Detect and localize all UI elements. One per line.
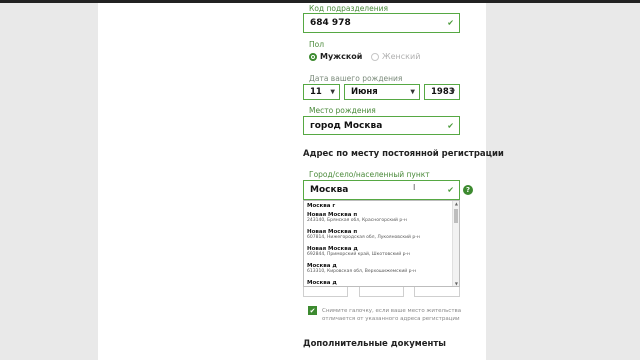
- city-label: Город/село/населенный пункт: [309, 170, 430, 179]
- gender-male-label[interactable]: Мужской: [320, 52, 362, 61]
- birth-date-label: Дата вашего рождения: [309, 74, 403, 83]
- birth-place-value: город Москва: [310, 120, 383, 131]
- chevron-down-icon: ▼: [410, 88, 415, 96]
- street-input[interactable]: [303, 287, 348, 297]
- dropdown-scrollbar[interactable]: ▲ ▼: [452, 201, 459, 286]
- gender-male-radio[interactable]: [309, 53, 317, 61]
- scroll-up-icon[interactable]: ▲: [455, 201, 458, 206]
- division-code-input[interactable]: 684 978 ✔: [303, 13, 460, 33]
- additional-docs-title: Дополнительные документы: [303, 339, 446, 349]
- check-icon: ✔: [447, 185, 454, 195]
- birth-day-value: 11: [310, 87, 322, 97]
- birth-place-label: Место рождения: [309, 106, 376, 115]
- suggestion-item[interactable]: Москва д: [307, 280, 452, 286]
- suggestion-item[interactable]: Новая Москва п 243140, Брянская обл, Кра…: [307, 212, 452, 223]
- division-code-label: Код подразделения: [309, 4, 389, 13]
- gender-label: Пол: [309, 40, 325, 49]
- division-code-value: 684 978: [310, 18, 351, 28]
- gender-female-label[interactable]: Женский: [382, 52, 420, 61]
- house-input[interactable]: [359, 287, 404, 297]
- chevron-down-icon: ▼: [330, 88, 335, 96]
- text-cursor-icon: I: [413, 183, 416, 192]
- chevron-down-icon: ▼: [450, 88, 455, 96]
- city-value: Москва: [310, 185, 349, 195]
- birth-year-select[interactable]: 1983 ▼: [424, 84, 460, 100]
- same-residence-text: Снимите галочку, если ваше место жительс…: [322, 308, 462, 322]
- registration-section-title: Адрес по месту постоянной регистрации: [303, 149, 504, 159]
- city-input[interactable]: Москва ✔: [303, 180, 460, 200]
- scrollbar-thumb[interactable]: [454, 209, 458, 223]
- same-residence-checkbox[interactable]: ✔: [308, 306, 317, 315]
- city-suggestions-dropdown[interactable]: Москва г Новая Москва п 243140, Брянская…: [303, 200, 460, 287]
- suggestion-item[interactable]: Москва г: [307, 203, 452, 209]
- scroll-down-icon[interactable]: ▼: [455, 281, 458, 286]
- birth-month-value: Июня: [351, 87, 378, 97]
- suggestion-item[interactable]: Москва д 613310, Кировская обл, Верхошиж…: [307, 263, 452, 274]
- suggestion-item[interactable]: Новая Москва п 607814, Нижегородская обл…: [307, 229, 452, 240]
- birth-month-select[interactable]: Июня ▼: [344, 84, 420, 100]
- apartment-input[interactable]: [414, 287, 460, 297]
- birth-place-input[interactable]: город Москва ✔: [303, 116, 460, 135]
- check-icon: ✔: [447, 18, 454, 28]
- help-icon[interactable]: ?: [463, 185, 473, 195]
- check-icon: ✔: [447, 121, 454, 130]
- gender-female-radio[interactable]: [371, 53, 379, 61]
- suggestion-item[interactable]: Новая Москва д 692844, Приморский край, …: [307, 246, 452, 257]
- birth-day-select[interactable]: 11 ▼: [303, 84, 340, 100]
